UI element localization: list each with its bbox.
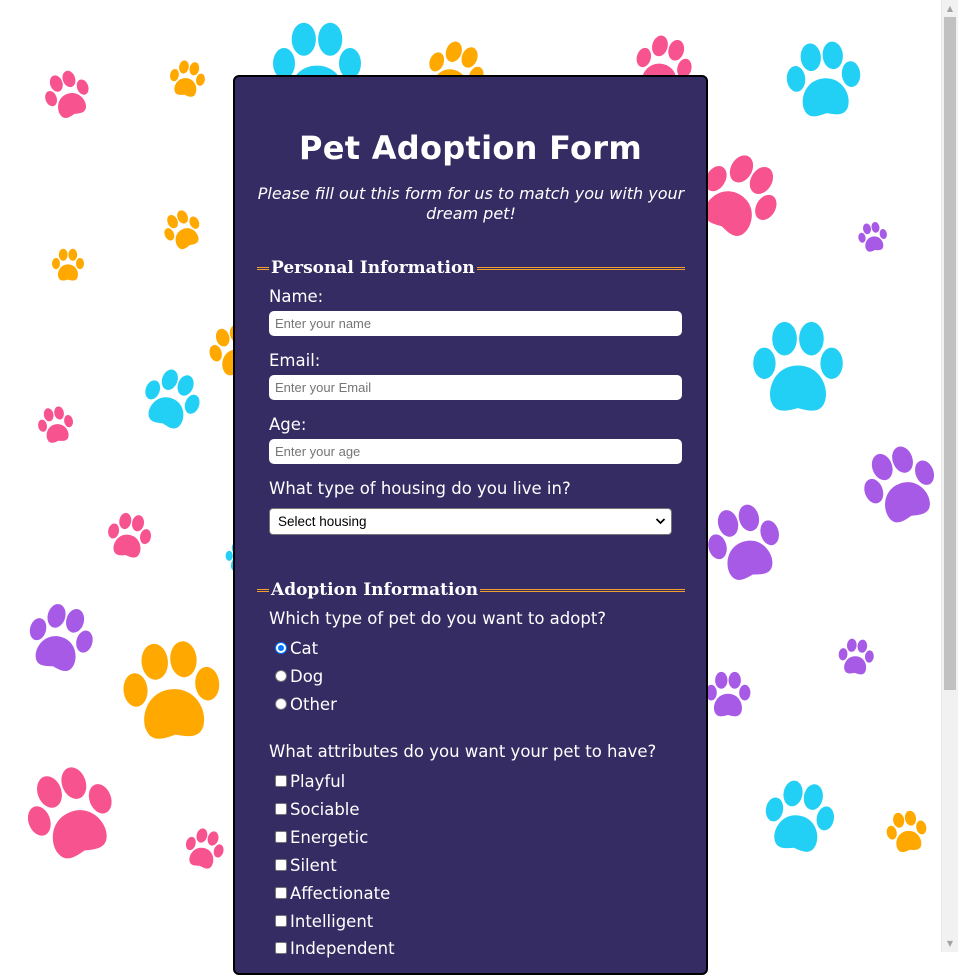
checkbox-label: Energetic [290,827,369,847]
radio-button[interactable] [275,698,287,710]
checkbox-label: Playful [290,771,346,791]
personal-info-legend: Personal Information [271,258,475,278]
paw-print-icon [32,60,104,132]
chevron-down-icon [655,509,666,544]
radio-option-dog[interactable]: Dog [275,666,323,686]
name-input[interactable] [269,311,682,336]
paw-print-icon [852,217,894,259]
scroll-down-arrow-icon[interactable]: ▼ [942,935,958,952]
paw-print-icon [107,629,237,759]
checkbox-label: Affectionate [290,883,391,903]
form-title: Pet Adoption Form [298,129,643,167]
checkbox[interactable] [275,887,287,899]
paw-print-icon [3,747,141,885]
checkbox-label: Independent [290,938,395,958]
paw-print-icon [31,401,82,452]
scroll-up-arrow-icon[interactable]: ▲ [942,0,958,17]
paw-print-icon [749,769,849,869]
email-label: Email: [269,351,321,370]
paw-print-icon [878,804,936,862]
checkbox[interactable] [275,775,287,787]
legend-line [257,266,269,270]
housing-label: What type of housing do you live in? [269,479,571,498]
paw-print-icon [11,591,109,689]
checkbox[interactable] [275,915,287,927]
radio-label: Other [290,694,337,714]
radio-button[interactable] [275,642,287,654]
checkbox-silent[interactable]: Silent [275,855,337,875]
scrollbar-thumb[interactable] [944,17,956,690]
paw-print-icon [700,668,756,724]
paw-print-icon [126,356,216,446]
housing-select-value: Select housing [278,514,367,529]
pet-type-label: Which type of pet do you want to adopt? [269,609,607,628]
age-input[interactable] [269,439,682,464]
paw-print-icon [98,506,161,569]
attributes-label: What attributes do you want your pet to … [269,742,657,761]
legend-line [480,588,685,592]
checkbox-affectionate[interactable]: Affectionate [275,883,390,903]
legend-line [257,588,269,592]
age-label: Age: [269,415,307,434]
checkbox-playful[interactable]: Playful [275,771,345,791]
form-subtitle: Please fill out this form for us to matc… [257,184,685,223]
checkbox-intelligent[interactable]: Intelligent [275,911,373,931]
checkbox-independent[interactable]: Independent [275,938,395,958]
vertical-scrollbar[interactable]: ▲ ▼ [941,0,958,952]
paw-print-icon [742,314,854,426]
paw-print-icon [832,634,880,682]
adoption-form: Pet Adoption Form Please fill out this f… [233,75,708,975]
checkbox-sociable[interactable]: Sociable [275,799,360,819]
radio-option-cat[interactable]: Cat [275,638,318,658]
paw-print-icon [152,200,213,261]
checkbox[interactable] [275,831,287,843]
paw-print-icon [175,821,234,880]
email-input[interactable] [269,375,682,400]
housing-select[interactable]: Select housing [269,508,672,535]
checkbox-label: Intelligent [290,911,374,931]
adoption-info-legend: Adoption Information [271,580,479,600]
personal-info-fieldset: Personal Information [257,258,685,278]
checkbox-label: Sociable [290,799,360,819]
radio-button[interactable] [275,670,287,682]
adoption-info-fieldset: Adoption Information [257,580,685,600]
radio-label: Dog [290,666,324,686]
checkbox[interactable] [275,859,287,871]
legend-line [476,266,685,270]
checkbox-label: Silent [290,855,337,875]
checkbox-energetic[interactable]: Energetic [275,827,368,847]
radio-label: Cat [290,638,319,658]
paw-print-icon [774,32,874,132]
radio-option-other[interactable]: Other [275,694,337,714]
checkbox[interactable] [275,942,287,954]
name-label: Name: [269,287,324,306]
paw-print-icon [48,246,88,286]
paw-print-icon [162,55,213,106]
checkbox[interactable] [275,803,287,815]
paw-print-icon [843,429,941,544]
